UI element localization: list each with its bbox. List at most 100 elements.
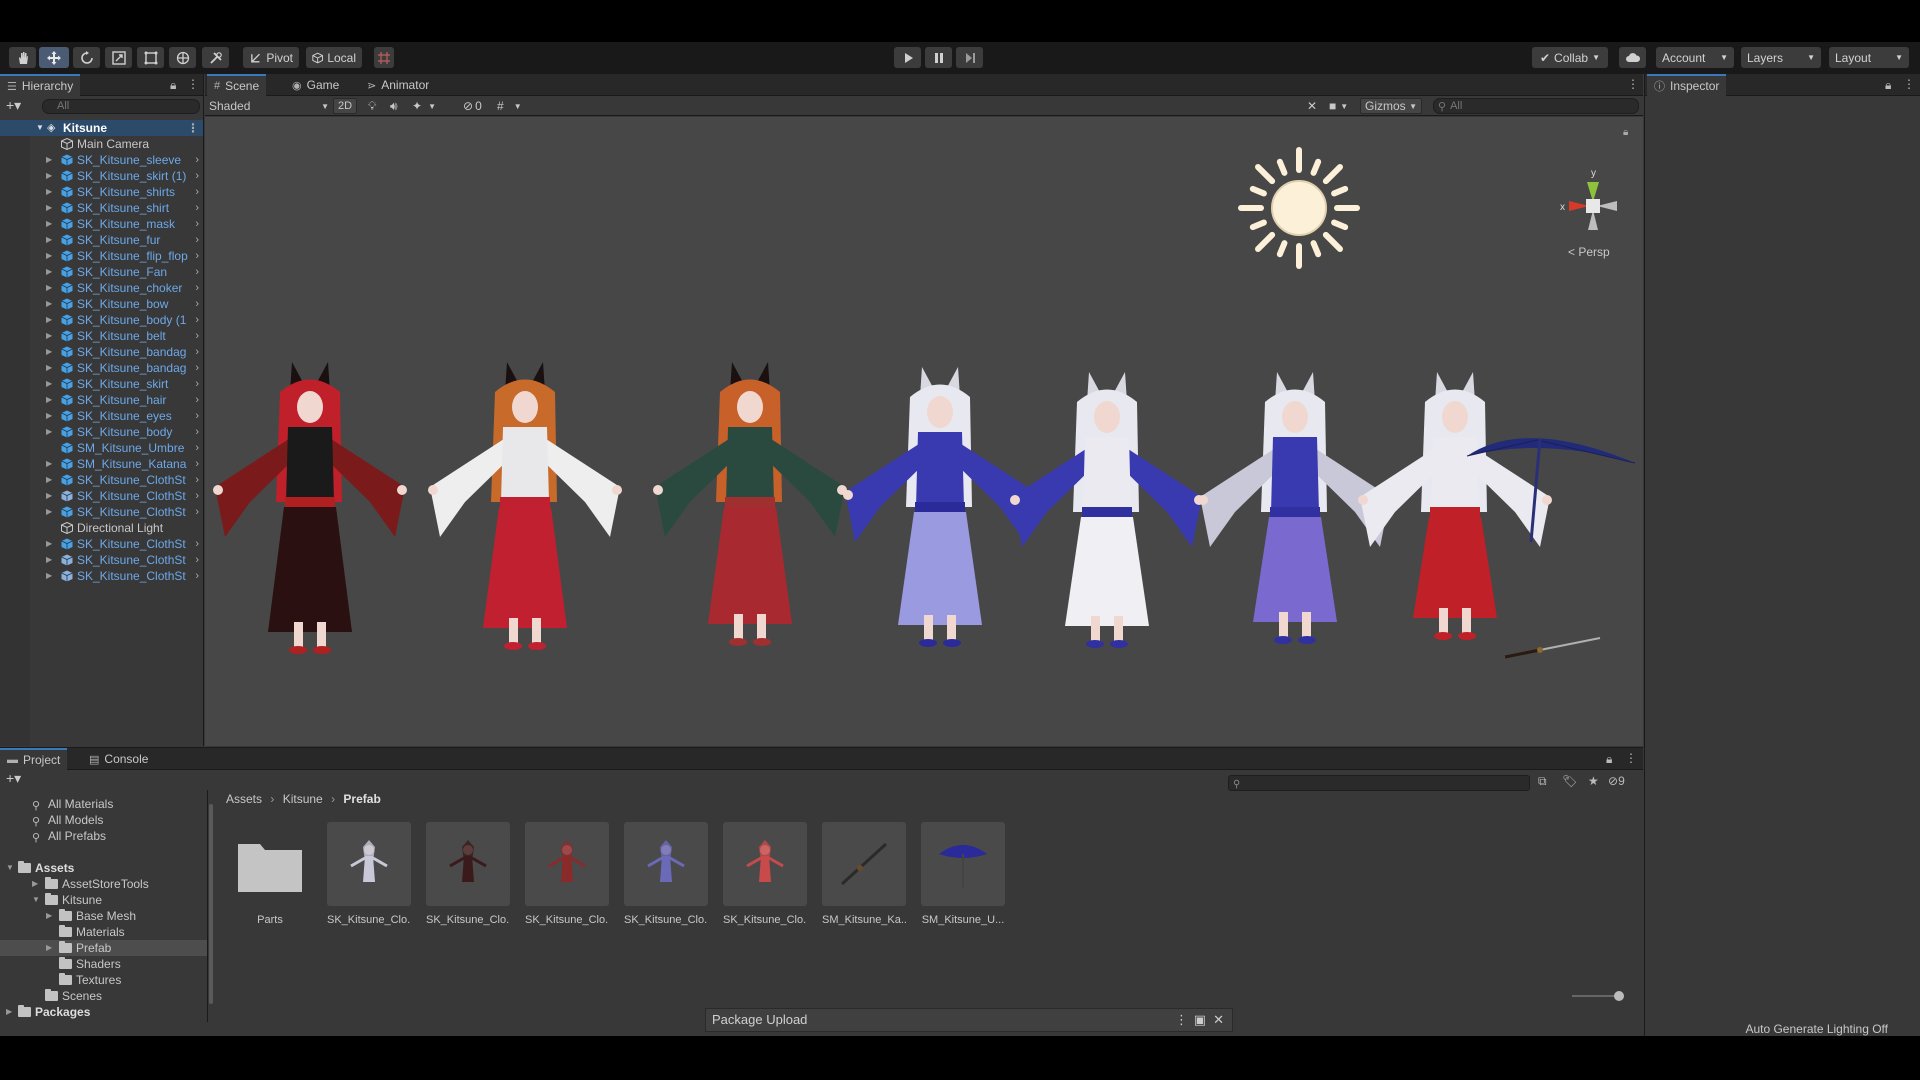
tab-scene[interactable]: # Scene — [207, 74, 267, 96]
more-icon[interactable]: ⋮ — [1627, 77, 1639, 91]
open-prefab-icon[interactable]: › — [195, 296, 199, 312]
collab-dropdown[interactable]: ✔ Collab ▼ — [1532, 47, 1608, 68]
lock-icon[interactable]: 🔒︎ — [1606, 752, 1612, 767]
open-prefab-icon[interactable]: › — [195, 552, 199, 568]
hierarchy-item[interactable]: ▶ SK_Kitsune_bandag › — [0, 360, 203, 376]
hierarchy-item[interactable]: SM_Kitsune_Umbre › — [0, 440, 203, 456]
more-icon[interactable]: ⋮ — [187, 120, 199, 136]
expand-arrow-icon[interactable]: ▶ — [46, 248, 52, 264]
favorite-item[interactable]: ⚲ All Models — [0, 812, 207, 828]
breadcrumb-assets[interactable]: Assets — [226, 792, 262, 806]
pause-button[interactable] — [925, 47, 952, 68]
more-icon[interactable]: ⋮ — [1175, 1009, 1188, 1031]
search-by-type-icon[interactable]: ⧉ — [1538, 774, 1547, 789]
open-prefab-icon[interactable]: › — [195, 568, 199, 584]
package-upload-window[interactable]: Package Upload ⋮ ▣ ✕ — [705, 1008, 1233, 1032]
tree-item[interactable]: Scenes — [0, 988, 207, 1004]
open-prefab-icon[interactable]: › — [195, 376, 199, 392]
expand-arrow-icon[interactable]: ▶ — [46, 488, 52, 504]
expand-arrow-icon[interactable]: ▼ — [36, 120, 44, 136]
hierarchy-item[interactable]: ▶ SK_Kitsune_flip_flop › — [0, 248, 203, 264]
open-prefab-icon[interactable]: › — [195, 504, 199, 520]
expand-arrow-icon[interactable]: ▶ — [46, 472, 52, 488]
perspective-label[interactable]: < Persp — [1568, 245, 1610, 259]
open-prefab-icon[interactable]: › — [195, 472, 199, 488]
hierarchy-item[interactable]: ▶ SK_Kitsune_fur › — [0, 232, 203, 248]
character-model[interactable] — [428, 362, 622, 650]
hierarchy-search-input[interactable]: All — [42, 99, 200, 114]
expand-arrow-icon[interactable]: ▶ — [46, 200, 52, 216]
camera-dropdown[interactable]: ■ ▼ — [1329, 98, 1348, 114]
tab-animator[interactable]: ⋗ Animator — [360, 74, 436, 96]
hierarchy-item[interactable]: ▶ SK_Kitsune_choker › — [0, 280, 203, 296]
tree-item-assets[interactable]: ▼ Assets — [0, 860, 207, 876]
hierarchy-item[interactable]: Main Camera — [0, 136, 203, 152]
hidden-objects-toggle[interactable]: ⊘ 0 — [463, 98, 482, 114]
pivot-toggle[interactable]: Pivot — [243, 47, 299, 68]
custom-tool-button[interactable] — [202, 47, 229, 68]
open-prefab-icon[interactable]: › — [195, 488, 199, 504]
asset-item[interactable]: Parts — [228, 822, 312, 926]
play-button[interactable] — [894, 47, 921, 68]
scene-viewport[interactable]: x y < Persp 🔒︎ — [205, 117, 1643, 746]
hierarchy-item[interactable]: ▶ SK_Kitsune_shirt › — [0, 200, 203, 216]
hierarchy-item[interactable]: ▶ SK_Kitsune_body (1 › — [0, 312, 203, 328]
asset-item[interactable]: SK_Kitsune_Clo... — [327, 822, 411, 926]
open-prefab-icon[interactable]: › — [195, 264, 199, 280]
shading-mode-dropdown[interactable]: Shaded ▼ — [209, 98, 329, 114]
more-icon[interactable]: ⋮ — [1903, 77, 1915, 91]
open-prefab-icon[interactable]: › — [195, 456, 199, 472]
asset-item[interactable]: SM_Kitsune_Ka... — [822, 822, 906, 926]
hierarchy-item[interactable]: ▶ SK_Kitsune_ClothSt › — [0, 568, 203, 584]
expand-arrow-icon[interactable]: ▶ — [46, 940, 52, 956]
hidden-packages-toggle[interactable]: ⊘9 — [1608, 774, 1625, 788]
expand-arrow-icon[interactable]: ▶ — [46, 232, 52, 248]
expand-arrow-icon[interactable]: ▶ — [46, 360, 52, 376]
expand-arrow-icon[interactable]: ▶ — [46, 328, 52, 344]
hand-tool-button[interactable] — [9, 47, 36, 68]
expand-arrow-icon[interactable]: ▶ — [6, 1004, 12, 1020]
hierarchy-item[interactable]: ▶ SM_Kitsune_Katana › — [0, 456, 203, 472]
hierarchy-item[interactable]: ▶ SK_Kitsune_ClothSt › — [0, 472, 203, 488]
tree-item-packages[interactable]: ▶ Packages — [0, 1004, 207, 1020]
expand-arrow-icon[interactable]: ▶ — [46, 392, 52, 408]
orientation-gizmo[interactable]: x y — [1560, 168, 1617, 230]
character-model[interactable] — [843, 367, 1037, 647]
tab-hierarchy[interactable]: ☰ Hierarchy — [0, 74, 81, 96]
expand-arrow-icon[interactable]: ▶ — [46, 504, 52, 520]
tab-game[interactable]: ◉ Game — [285, 74, 346, 96]
hierarchy-item[interactable]: ▶ SK_Kitsune_skirt › — [0, 376, 203, 392]
step-button[interactable] — [956, 47, 983, 68]
character-model[interactable] — [1010, 372, 1204, 648]
open-prefab-icon[interactable]: › — [195, 216, 199, 232]
tab-console[interactable]: ▤ Console — [82, 748, 155, 770]
add-object-button[interactable]: +▾ — [6, 97, 21, 114]
hierarchy-item[interactable]: ▶ SK_Kitsune_body › — [0, 424, 203, 440]
hierarchy-item[interactable]: ▶ SK_Kitsune_ClothSt › — [0, 552, 203, 568]
open-prefab-icon[interactable]: › — [195, 232, 199, 248]
hierarchy-item[interactable]: ▶ SK_Kitsune_Fan › — [0, 264, 203, 280]
hierarchy-item[interactable]: ▶ SK_Kitsune_eyes › — [0, 408, 203, 424]
expand-arrow-icon[interactable]: ▶ — [46, 312, 52, 328]
open-prefab-icon[interactable]: › — [195, 344, 199, 360]
directional-light-gizmo[interactable] — [1238, 147, 1360, 269]
more-icon[interactable]: ⋮ — [1625, 751, 1637, 765]
grid-snap-button[interactable] — [374, 47, 394, 68]
asset-item[interactable]: SK_Kitsune_Clo... — [525, 822, 609, 926]
rotate-tool-button[interactable] — [73, 47, 100, 68]
tree-item[interactable]: ▶ AssetStoreTools — [0, 876, 207, 892]
expand-arrow-icon[interactable]: ▶ — [46, 552, 52, 568]
close-icon[interactable]: ✕ — [1213, 1009, 1224, 1031]
expand-arrow-icon[interactable]: ▶ — [46, 184, 52, 200]
layers-dropdown[interactable]: Layers ▼ — [1741, 47, 1821, 68]
expand-arrow-icon[interactable]: ▶ — [46, 376, 52, 392]
expand-arrow-icon[interactable]: ▶ — [46, 296, 52, 312]
tree-item[interactable]: Shaders — [0, 956, 207, 972]
expand-arrow-icon[interactable]: ▼ — [6, 860, 14, 876]
expand-arrow-icon[interactable]: ▶ — [46, 568, 52, 584]
open-prefab-icon[interactable]: › — [195, 440, 199, 456]
hierarchy-item[interactable]: ▶ SK_Kitsune_bow › — [0, 296, 203, 312]
open-prefab-icon[interactable]: › — [195, 328, 199, 344]
hierarchy-item[interactable]: ▶ SK_Kitsune_shirts › — [0, 184, 203, 200]
hierarchy-item[interactable]: ▶ SK_Kitsune_skirt (1) › — [0, 168, 203, 184]
